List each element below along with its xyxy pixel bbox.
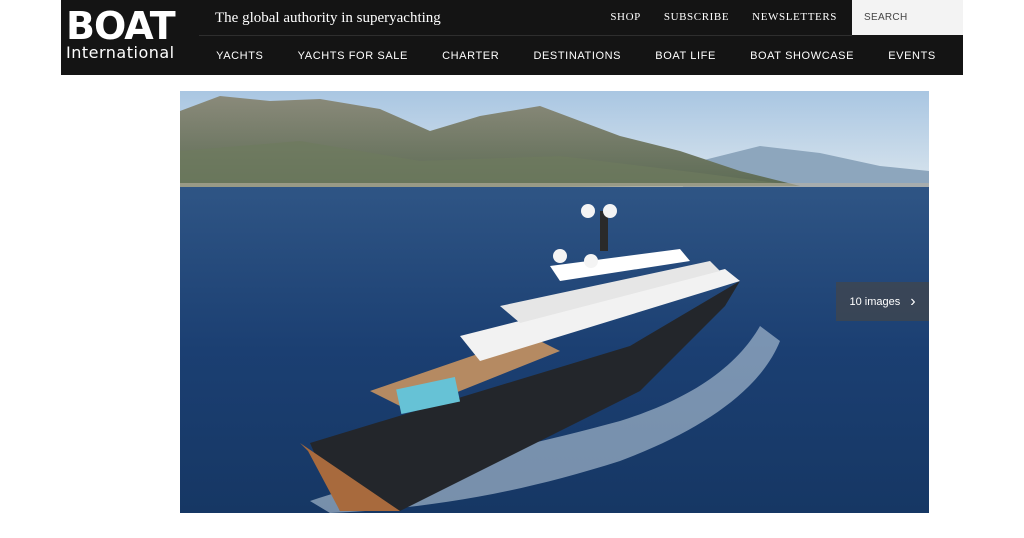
logo-subtitle: International: [66, 43, 175, 62]
utility-links: SHOP SUBSCRIBE NEWSLETTERS: [610, 10, 837, 24]
hero-image[interactable]: 10 images ›: [180, 91, 929, 513]
nav-boat-life[interactable]: BOAT LIFE: [655, 50, 716, 62]
gallery-button[interactable]: 10 images ›: [836, 282, 929, 321]
nav-yachts-for-sale[interactable]: YACHTS FOR SALE: [298, 50, 408, 62]
subscribe-link[interactable]: SUBSCRIBE: [664, 10, 729, 24]
chevron-right-icon: ›: [910, 292, 916, 310]
search-input[interactable]: [852, 0, 963, 35]
nav-destinations[interactable]: DESTINATIONS: [533, 50, 621, 62]
nav-boat-showcase[interactable]: BOAT SHOWCASE: [750, 50, 854, 62]
main-navigation: YACHTS YACHTS FOR SALE CHARTER DESTINATI…: [199, 36, 963, 75]
shop-link[interactable]: SHOP: [610, 10, 641, 24]
nav-charter[interactable]: CHARTER: [442, 50, 499, 62]
boat-international-logo[interactable]: BOAT International: [61, 0, 199, 75]
site-header: BOAT International The global authority …: [61, 0, 963, 75]
gallery-count-label: 10 images: [849, 295, 901, 308]
logo-wordmark: BOAT: [66, 4, 176, 48]
newsletters-link[interactable]: NEWSLETTERS: [752, 10, 837, 24]
superyacht-photo-icon: [180, 91, 929, 513]
nav-yachts[interactable]: YACHTS: [216, 50, 263, 62]
site-tagline: The global authority in superyachting: [215, 10, 441, 26]
nav-events[interactable]: EVENTS: [888, 50, 936, 62]
